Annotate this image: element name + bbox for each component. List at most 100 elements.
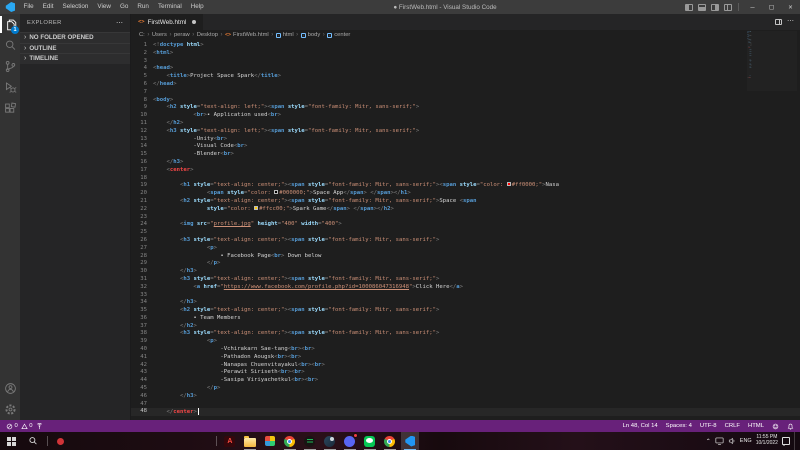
- line-number: 25: [140, 229, 147, 236]
- run-debug-icon[interactable]: [0, 77, 20, 98]
- menu-view[interactable]: View: [93, 0, 116, 14]
- minimize-button[interactable]: —: [743, 0, 762, 14]
- tab-firstweb-html[interactable]: <> FirstWeb.html: [131, 14, 205, 30]
- line-content: <img src="profile.jpg" height="400" widt…: [179, 221, 342, 228]
- show-hidden-icons-chevron[interactable]: ⌃: [706, 438, 711, 445]
- menu-go[interactable]: Go: [115, 0, 132, 14]
- notifications-bell-icon[interactable]: [787, 423, 794, 430]
- code-line: 43 -Perawit Siriseth<br><br>: [131, 369, 800, 377]
- breadcrumb-item-desktop[interactable]: Desktop: [197, 32, 218, 38]
- status-bar: 0 0 Ln 48, Col 14 Spaces: 4 UTF-8 CRLF HTML: [0, 420, 800, 432]
- line-app-icon[interactable]: [361, 432, 379, 450]
- code-area[interactable]: 1<!doctype html>2<html>34<head>5 <title>…: [131, 40, 800, 420]
- menu-help[interactable]: Help: [186, 0, 208, 14]
- pinned-red-app-icon[interactable]: [57, 437, 64, 445]
- chat-app-icon[interactable]: [341, 432, 359, 450]
- line-number: 11: [140, 119, 147, 126]
- clock[interactable]: 11:55 PM 10/1/2022: [756, 434, 778, 447]
- menu-run[interactable]: Run: [133, 0, 154, 14]
- sidebar-section-timeline[interactable]: › TIMELINE: [20, 53, 130, 64]
- line-content: <h1 style="text-align: center;"><span st…: [179, 182, 559, 189]
- html-file-icon: <>: [138, 19, 145, 25]
- chrome-profile-icon[interactable]: [381, 432, 399, 450]
- breadcrumb-item-body[interactable]: body: [300, 32, 320, 38]
- line-content: style="color: #ffcc00;">Spark Game</span…: [206, 205, 394, 212]
- chrome-profile-glyph: [384, 435, 396, 447]
- line-number: 40: [140, 346, 147, 353]
- search-icon[interactable]: [0, 35, 20, 56]
- menu-terminal[interactable]: Terminal: [153, 0, 186, 14]
- line-content: <h2 style="text-align: left;"><span styl…: [166, 104, 420, 111]
- errors-indicator[interactable]: 0: [6, 423, 18, 430]
- line-content: -Sasipa Viriyachetkul<br><br>: [153, 377, 319, 384]
- split-editor-icon[interactable]: [775, 19, 782, 25]
- settings-gear-icon[interactable]: [0, 399, 20, 420]
- toggle-secondary-sidebar-icon[interactable]: [710, 3, 719, 11]
- vscode-icon[interactable]: [400, 432, 419, 450]
- status-spaces-4[interactable]: Spaces: 4: [666, 423, 692, 429]
- taskbar-search-button[interactable]: [22, 432, 44, 450]
- menu-edit[interactable]: Edit: [38, 0, 58, 14]
- toggle-panel-icon[interactable]: [697, 3, 706, 11]
- spotify-icon[interactable]: [301, 432, 319, 450]
- ports-broadcast-icon[interactable]: [36, 422, 43, 430]
- status-ln-48-col-14[interactable]: Ln 48, Col 14: [623, 423, 658, 429]
- explorer-icon[interactable]: 1: [0, 14, 20, 35]
- code-line: 2 <html>: [131, 50, 800, 58]
- status-html[interactable]: HTML: [748, 423, 764, 429]
- color-swatch: [506, 182, 511, 187]
- maximize-button[interactable]: □: [762, 0, 781, 14]
- language-indicator[interactable]: ENG: [740, 438, 752, 444]
- line-number: 47: [140, 400, 147, 407]
- volume-icon[interactable]: [728, 437, 736, 445]
- code-line: 1 <!doctype html>: [131, 42, 800, 50]
- menu-file[interactable]: File: [19, 0, 38, 14]
- explorer-more-actions-button[interactable]: ⋯: [116, 19, 123, 27]
- network-monitor-icon[interactable]: [715, 437, 724, 445]
- account-icon[interactable]: [0, 378, 20, 399]
- code-area[interactable]: 1<!doctype html>2<html>34<head>5 <title>…: [747, 31, 752, 79]
- customize-layout-icon[interactable]: [723, 3, 732, 11]
- line-number: 2: [143, 49, 147, 56]
- app-launcher-icon[interactable]: [261, 432, 279, 450]
- chrome-icon[interactable]: [281, 432, 299, 450]
- code-line: 4 <head>: [131, 65, 800, 73]
- tab-bar: <> FirstWeb.html ⋯: [131, 14, 800, 30]
- feedback-smiley-icon[interactable]: [772, 423, 779, 430]
- breadcrumb-item-firstweb-html[interactable]: <> FirstWeb.html: [225, 32, 269, 38]
- action-center-icon[interactable]: [781, 437, 790, 446]
- source-control-icon[interactable]: [0, 56, 20, 77]
- close-button[interactable]: ✕: [781, 0, 800, 14]
- toggle-sidebar-icon[interactable]: [684, 3, 693, 11]
- code-line: 6 </head>: [131, 81, 800, 89]
- breadcrumb-item-center[interactable]: center: [327, 32, 350, 38]
- line-number: 3: [143, 57, 147, 64]
- minimap[interactable]: 1<!doctype html>2<html>34<head>5 <title>…: [747, 31, 797, 91]
- status-crlf[interactable]: CRLF: [725, 423, 740, 429]
- pinned-app-a-icon[interactable]: [221, 432, 239, 450]
- sidebar-section-no-folder-opened[interactable]: › NO FOLDER OPENED: [20, 32, 130, 43]
- line-number: 27: [140, 244, 147, 251]
- show-desktop-button[interactable]: [793, 432, 796, 450]
- breadcrumb-item-users[interactable]: Users: [152, 32, 167, 38]
- file-explorer-icon[interactable]: [241, 432, 259, 450]
- line-content: -Nanapas Chuenvitayakul<br><br>: [153, 361, 325, 368]
- pinned-app-a-glyph: [224, 435, 236, 447]
- sidebar-sections: › NO FOLDER OPENED › OUTLINE › TIMELINE: [20, 32, 130, 64]
- editor-more-actions-icon[interactable]: ⋯: [787, 18, 794, 25]
- line-content: <center>: [166, 166, 194, 173]
- breadcrumb-item-peraw[interactable]: peraw: [174, 32, 190, 38]
- start-button[interactable]: [0, 432, 22, 450]
- line-content: <h2 style="text-align: center;"><span st…: [179, 197, 477, 204]
- extensions-icon[interactable]: [0, 98, 20, 119]
- status-utf-8[interactable]: UTF-8: [700, 423, 717, 429]
- modified-dot-icon[interactable]: [192, 20, 197, 24]
- menu-selection[interactable]: Selection: [58, 0, 93, 14]
- line-content: <head>: [153, 65, 174, 72]
- sidebar-section-outline[interactable]: › OUTLINE: [20, 42, 130, 53]
- breadcrumb-item-c-[interactable]: C:: [139, 32, 145, 38]
- breadcrumb-item-html[interactable]: html: [275, 32, 294, 38]
- steam-icon[interactable]: [321, 432, 339, 450]
- warnings-indicator[interactable]: 0: [21, 422, 33, 430]
- line-number: 28: [140, 252, 147, 259]
